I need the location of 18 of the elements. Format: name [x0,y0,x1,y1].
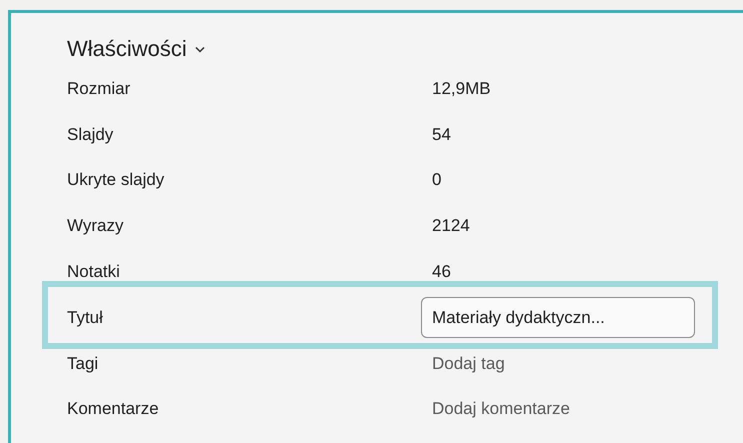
property-label: Wyrazy [67,216,125,236]
add-link[interactable]: Dodaj komentarze [432,399,570,420]
add-link[interactable]: Dodaj tag [432,354,505,374]
property-label: Rozmiar [67,78,132,99]
property-value: 0 [432,170,442,190]
property-label: Notatki [67,262,121,282]
chevron-icon[interactable] [194,46,205,52]
property-label: Tagi [67,354,100,374]
property-label: Ukryte slajdy [67,170,166,190]
property-value: 2124 [432,216,470,236]
property-label: Tytuł [67,308,104,328]
section-title[interactable]: Właściwości [67,36,187,62]
property-value: 54 [432,124,451,145]
property-label: Komentarze [67,399,160,420]
title-field[interactable]: Materiały dydaktyczn... [421,297,695,338]
property-value: 12,9MB [432,78,491,99]
property-label: Slajdy [67,124,114,145]
property-value: 46 [432,262,451,282]
